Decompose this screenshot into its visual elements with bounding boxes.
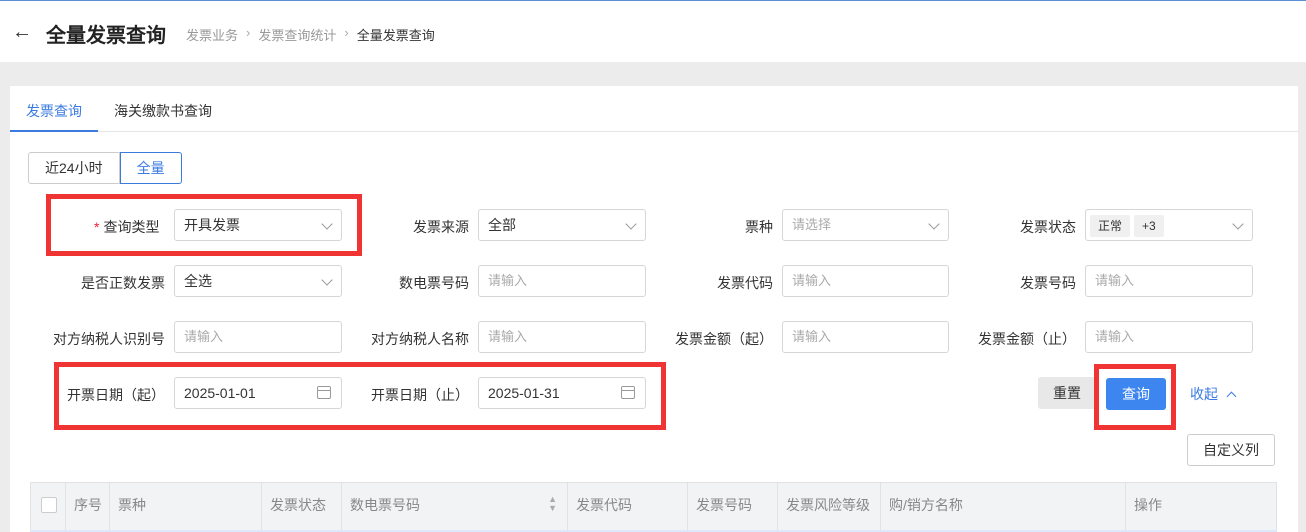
chevron-down-icon <box>625 218 637 230</box>
column-header: 票种 <box>110 483 262 531</box>
invoice-status-select[interactable]: 正常 +3 <box>1085 209 1253 241</box>
page-title: 全量发票查询 <box>46 25 166 47</box>
top-bar: ← 全量发票查询 发票业务 › 发票查询统计 › 全量发票查询 <box>0 0 1306 62</box>
chevron-right-icon: › <box>246 25 251 40</box>
chevron-up-icon <box>1226 391 1237 402</box>
column-header: 序号 <box>66 483 110 531</box>
reset-button[interactable]: 重置 <box>1038 377 1096 409</box>
back-arrow-icon[interactable]: ← <box>12 21 34 43</box>
toggle-all[interactable]: 全量 <box>119 152 182 184</box>
highlight-query-button <box>1094 364 1176 430</box>
digital-number-input[interactable]: 请输入 <box>478 265 646 297</box>
breadcrumb-current: 全量发票查询 <box>356 28 435 43</box>
ticket-kind-label: 票种 <box>745 219 773 235</box>
invoice-code-input[interactable]: 请输入 <box>782 265 949 297</box>
breadcrumb: 发票业务 › 发票查询统计 › 全量发票查询 <box>186 25 435 44</box>
invoice-status-label: 发票状态 <box>1020 219 1076 235</box>
amount-to-input[interactable]: 请输入 <box>1085 321 1253 353</box>
tab-customs-query[interactable]: 海关缴款书查询 <box>114 101 212 121</box>
highlight-date-range <box>54 362 666 430</box>
breadcrumb-item[interactable]: 发票查询统计 <box>258 25 336 44</box>
counterparty-id-label: 对方纳税人识别号 <box>53 331 165 347</box>
invoice-code-label: 发票代码 <box>717 275 773 291</box>
tab-bar: 发票查询 海关缴款书查询 <box>10 86 1298 132</box>
collapse-toggle[interactable]: 收起 <box>1190 384 1237 404</box>
column-header: 发票号码 <box>688 483 778 531</box>
active-tab-indicator <box>10 130 98 132</box>
invoice-source-label: 发票来源 <box>413 219 469 235</box>
invoice-number-label: 发票号码 <box>1020 275 1076 291</box>
is-red-select[interactable]: 全选 <box>174 265 342 297</box>
counterparty-name-label: 对方纳税人名称 <box>371 331 469 347</box>
select-all-cell <box>31 483 66 531</box>
is-red-value: 全选 <box>184 273 212 289</box>
table-header: 序号 票种 发票状态 数电票号码 ▲ ▼ 发票代码 发票号码 发票风险等级 购/销方… <box>30 482 1277 532</box>
counterparty-id-input[interactable]: 请输入 <box>174 321 342 353</box>
ticket-kind-placeholder: 请选择 <box>792 217 832 232</box>
tab-invoice-query[interactable]: 发票查询 <box>26 101 82 121</box>
column-header: 操作 <box>1134 497 1162 513</box>
chevron-down-icon <box>321 274 333 286</box>
status-tag-more: +3 <box>1134 215 1164 238</box>
range-toggle: 近24小时 全量 <box>28 152 182 184</box>
ticket-kind-select[interactable]: 请选择 <box>782 209 949 241</box>
collapse-label: 收起 <box>1190 386 1218 402</box>
invoice-number-input[interactable]: 请输入 <box>1085 265 1253 297</box>
main-panel: 发票查询 海关缴款书查询 近24小时 全量 * 查询类型 开具发票 发票来源 全部… <box>10 86 1298 532</box>
chevron-down-icon <box>928 218 940 230</box>
invoice-source-value: 全部 <box>488 217 516 233</box>
highlight-query-type <box>46 194 362 256</box>
chevron-down-icon <box>1232 218 1244 230</box>
is-red-label: 是否正数发票 <box>81 275 165 291</box>
amount-from-label: 发票金额（起） <box>675 331 773 347</box>
chevron-right-icon: › <box>344 25 349 40</box>
breadcrumb-item[interactable]: 发票业务 <box>186 25 238 44</box>
toggle-24h[interactable]: 近24小时 <box>28 152 120 184</box>
invoice-source-select[interactable]: 全部 <box>478 209 646 241</box>
select-all-checkbox[interactable] <box>41 497 57 513</box>
digital-number-label: 数电票号码 <box>399 275 469 291</box>
counterparty-name-input[interactable]: 请输入 <box>478 321 646 353</box>
column-header-label: 数电票号码 <box>350 497 420 513</box>
column-header: 发票代码 <box>568 483 688 531</box>
column-header: 购/销方名称 <box>881 483 1126 531</box>
status-tag: 正常 <box>1090 215 1131 238</box>
column-header: 发票状态 <box>262 483 342 531</box>
custom-columns-button[interactable]: 自定义列 <box>1187 434 1275 466</box>
amount-to-label: 发票金额（止） <box>978 331 1076 347</box>
column-header-sortable[interactable]: 数电票号码 ▲ ▼ <box>342 483 568 531</box>
sort-icon[interactable]: ▲ ▼ <box>548 495 557 513</box>
amount-from-input[interactable]: 请输入 <box>782 321 949 353</box>
column-header: 发票风险等级 <box>778 483 881 531</box>
